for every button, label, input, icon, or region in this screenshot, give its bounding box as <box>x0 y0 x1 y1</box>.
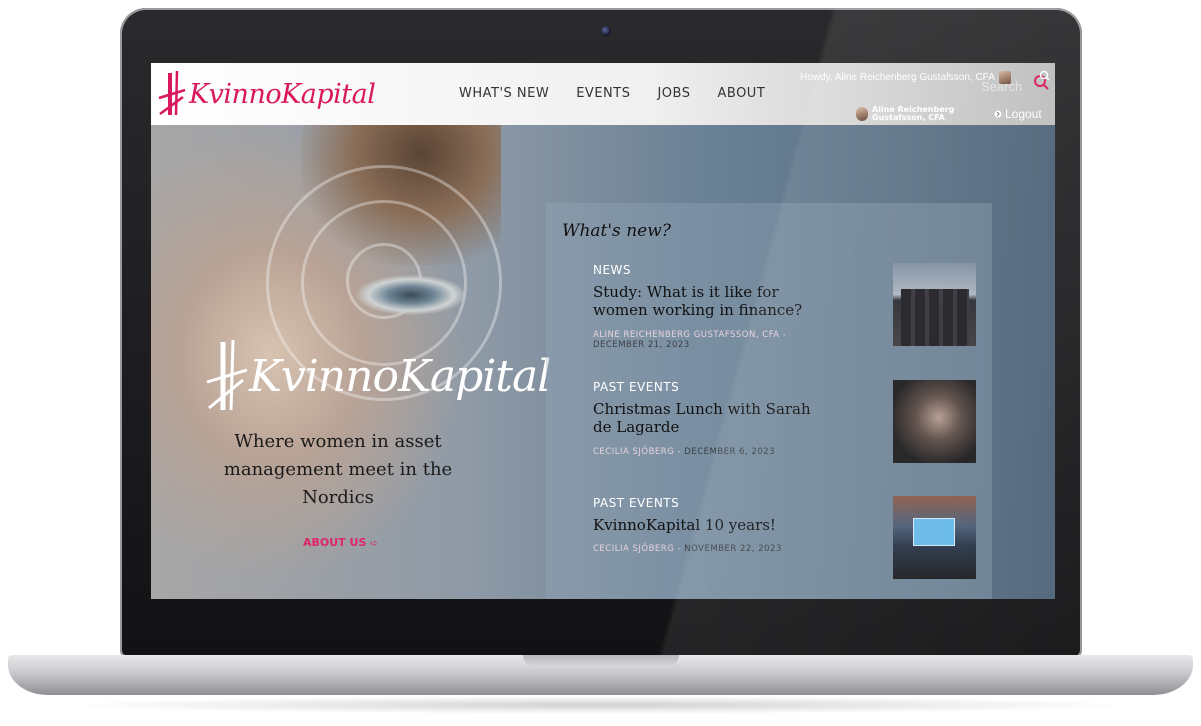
avatar <box>856 107 868 121</box>
main-nav: WHAT'S NEW EVENTS JOBS ABOUT <box>459 86 765 101</box>
logout-link[interactable]: Logout <box>994 107 1042 121</box>
news-item-separator: - <box>677 447 682 457</box>
about-us-label: ABOUT US <box>303 536 367 549</box>
thumbnail-projector-screen <box>913 518 955 546</box>
news-item-headline[interactable]: Study: What is it like for women working… <box>593 283 833 319</box>
news-item-date: DECEMBER 6, 2023 <box>684 447 776 457</box>
news-item-thumbnail[interactable] <box>893 496 976 579</box>
thumbnail-people <box>901 289 969 346</box>
laptop-camera <box>601 26 611 36</box>
news-item-meta: CECILIA SJÖBERG - DECEMBER 6, 2023 <box>593 447 823 457</box>
news-item-date: DECEMBER 21, 2023 <box>593 340 690 350</box>
search[interactable]: Search <box>981 69 1053 94</box>
news-item-separator: - <box>782 330 787 340</box>
news-item[interactable]: NEWS Study: What is it like for women wo… <box>593 263 983 350</box>
news-item-meta: ALINE REICHENBERG GUSTAFSSON, CFA - DECE… <box>593 330 823 350</box>
news-item-category[interactable]: PAST EVENTS <box>593 380 679 394</box>
news-item-author[interactable]: CECILIA SJÖBERG <box>593 544 674 554</box>
site-logo-text: KvinnoKapital <box>189 78 376 110</box>
admin-bar-greeting[interactable]: Howdy, Aline Reichenberg Gustafsson, CFA <box>800 71 1011 84</box>
hero-section: KvinnoKapital Where women in asset manag… <box>151 125 1055 599</box>
site-logo[interactable]: KvinnoKapital <box>157 71 376 117</box>
news-item-headline[interactable]: Christmas Lunch with Sarah de Lagarde <box>593 400 833 436</box>
arrow-right-icon: ➪ <box>370 539 378 549</box>
news-item-author[interactable]: CECILIA SJÖBERG <box>593 447 674 457</box>
search-icon[interactable] <box>1031 69 1053 91</box>
laptop-notch <box>523 655 679 667</box>
nav-item-whats-new[interactable]: WHAT'S NEW <box>459 86 549 101</box>
news-item[interactable]: PAST EVENTS KvinnoKapital 10 years! CECI… <box>593 496 983 580</box>
hero-tagline: Where women in asset management meet in … <box>223 431 453 508</box>
user-name: Aline Reichenberg Gustafsson, CFA <box>872 105 955 122</box>
nav-item-about[interactable]: ABOUT <box>717 86 765 101</box>
news-item-headline[interactable]: KvinnoKapital 10 years! <box>593 516 833 534</box>
howdy-text: Howdy, Aline Reichenberg Gustafsson, CFA <box>800 72 995 83</box>
logout-label: Logout <box>1005 107 1042 121</box>
logout-icon <box>994 110 1002 118</box>
news-item-date: NOVEMBER 22, 2023 <box>684 544 782 554</box>
news-item-meta: CECILIA SJÖBERG - NOVEMBER 22, 2023 <box>593 544 823 554</box>
news-item[interactable]: PAST EVENTS Christmas Lunch with Sarah d… <box>593 380 983 464</box>
nav-item-events[interactable]: EVENTS <box>576 86 630 101</box>
hero-logo: KvinnoKapital <box>203 340 551 412</box>
hero-logo-mark-icon <box>206 340 248 411</box>
news-item-author[interactable]: ALINE REICHENBERG GUSTAFSSON, CFA <box>593 330 780 340</box>
whats-new-title: What's new? <box>562 221 671 241</box>
whats-new-panel: What's new? NEWS Study: What is it like … <box>546 203 992 599</box>
logo-mark-icon <box>158 71 186 116</box>
site-header: KvinnoKapital WHAT'S NEW EVENTS JOBS ABO… <box>151 63 1055 125</box>
laptop-screen: KvinnoKapital Where women in asset manag… <box>151 63 1055 599</box>
about-us-link[interactable]: ABOUT US ➪ <box>303 536 378 549</box>
news-item-category[interactable]: NEWS <box>593 263 631 277</box>
news-item-thumbnail[interactable] <box>893 263 976 346</box>
hero-logo-text: KvinnoKapital <box>249 350 551 402</box>
news-item-thumbnail[interactable] <box>893 380 976 463</box>
user-profile[interactable]: Aline Reichenberg Gustafsson, CFA <box>856 106 967 122</box>
news-item-category[interactable]: PAST EVENTS <box>593 496 679 510</box>
laptop-shadow <box>60 696 1140 714</box>
nav-item-jobs[interactable]: JOBS <box>657 86 690 101</box>
search-label[interactable]: Search <box>981 79 1022 94</box>
hero-photo-eye <box>356 275 466 315</box>
news-item-separator: - <box>677 544 682 554</box>
